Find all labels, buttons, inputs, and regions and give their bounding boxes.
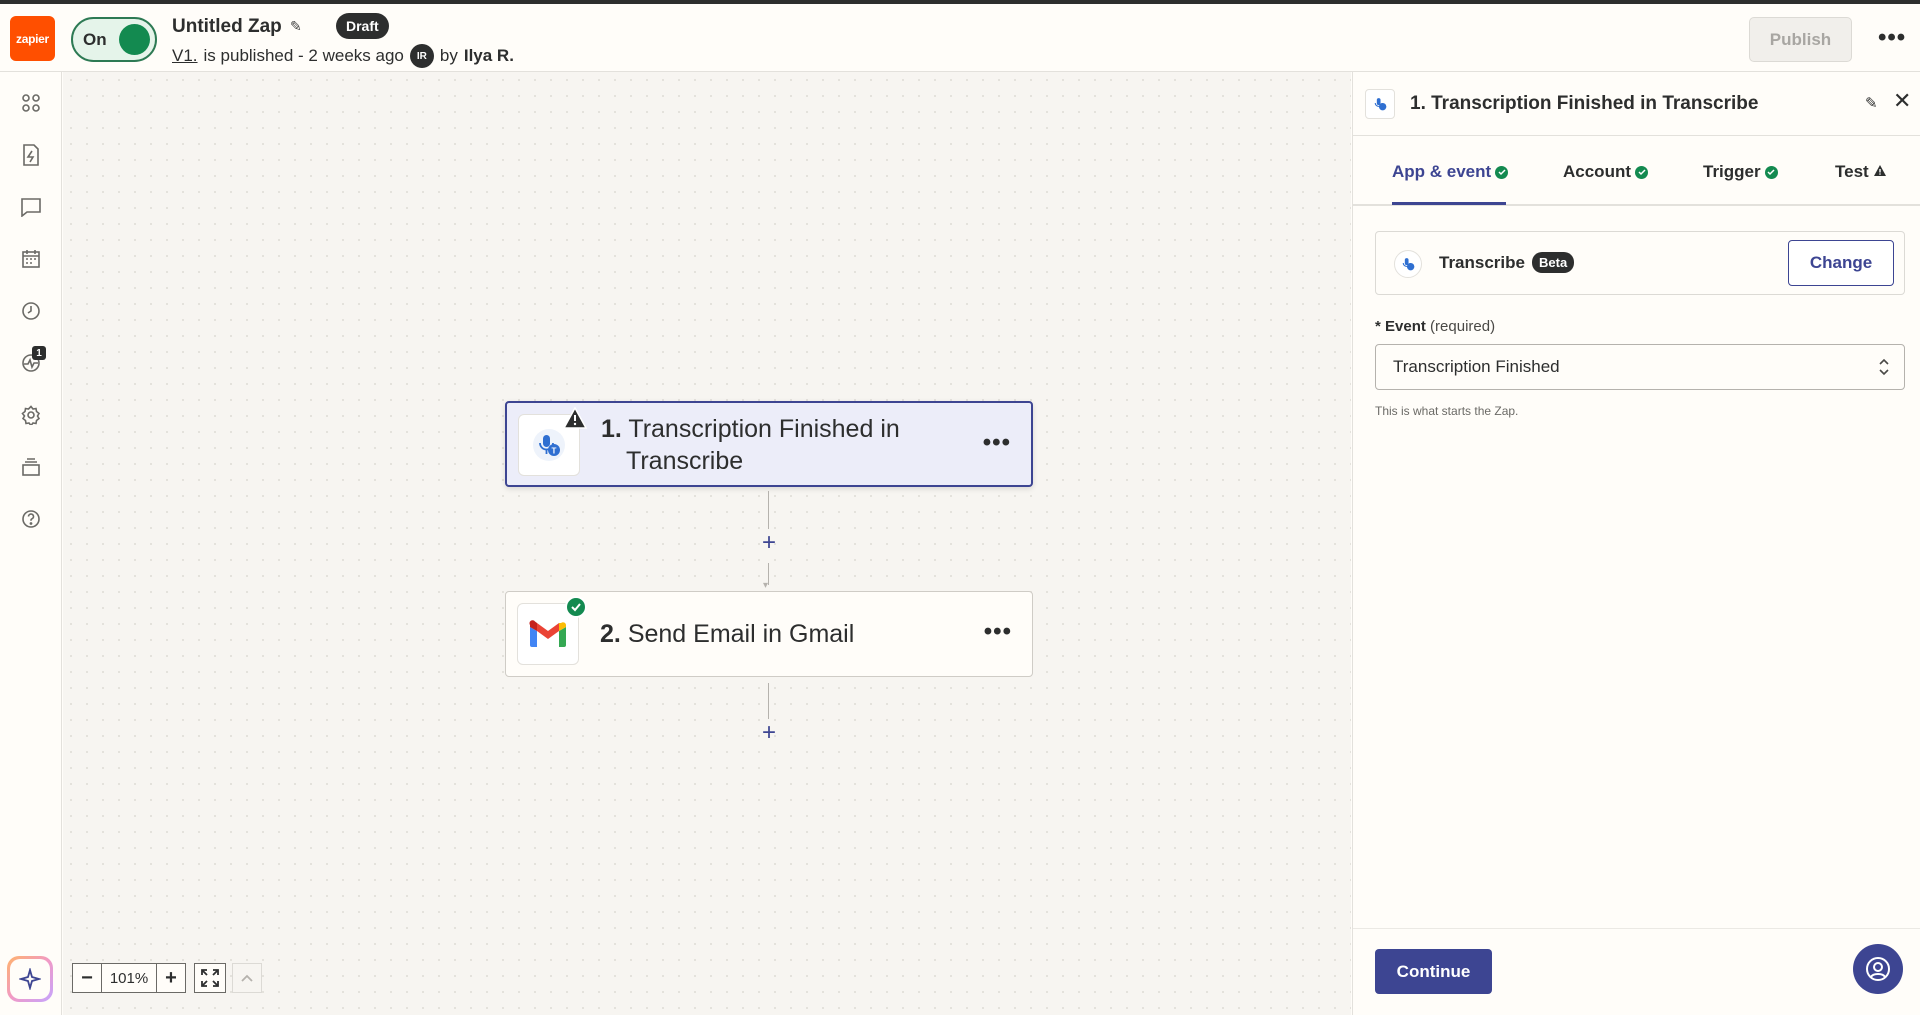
zoom-controls: − 101% + [72,963,186,993]
zoom-level: 101% [102,963,156,993]
connector-line [768,491,769,529]
step-details-panel: 1. Transcription Finished in Transcribe … [1352,72,1920,1015]
check-icon [1635,165,1648,179]
avatar: IR [409,44,434,68]
edit-icon[interactable]: ✎ [1865,94,1878,112]
publish-button[interactable]: Publish [1749,17,1852,62]
sparkle-icon [10,959,50,999]
panel-footer: Continue [1353,928,1920,1015]
zap-file-icon[interactable] [16,140,46,170]
transcribe-app-icon [1365,89,1395,119]
toggle-knob [119,24,150,55]
zoom-out-button[interactable]: − [72,963,102,993]
tab-label: App & event [1392,162,1492,181]
ai-copilot-button[interactable] [7,956,53,1002]
left-sidebar: 1 [0,72,62,1015]
draft-badge: Draft [336,13,389,39]
event-select[interactable]: Transcription Finished [1375,344,1905,390]
by-text: by [439,46,458,65]
calendar-icon[interactable] [16,244,46,274]
panel-title: 1. Transcription Finished in Transcribe [1410,93,1759,114]
step-card-1[interactable]: T 1. Transcription Finished in Transcrib… [505,401,1033,487]
connector-arrow-icon: ▾ [763,580,769,591]
selected-app-box: Transcribe Beta Change [1375,231,1905,295]
chevron-up-icon[interactable] [232,963,262,993]
tab-label: Test [1835,162,1869,181]
event-field-label: * Event (required) [1375,318,1495,335]
chat-icon[interactable] [16,192,46,222]
support-chat-icon[interactable] [1853,944,1903,994]
tab-app-event[interactable]: App & event [1392,162,1509,182]
tab-account[interactable]: Account [1563,162,1648,182]
step-1-number: 1. [601,415,622,443]
zap-canvas[interactable]: T 1. Transcription Finished in Transcrib… [63,72,1351,1015]
svg-text:T: T [552,447,557,456]
zap-on-toggle[interactable]: On [71,17,157,62]
close-icon[interactable]: ✕ [1893,88,1911,114]
check-icon [1764,165,1778,179]
step-1-title: 1. Transcription Finished in Transcribe [601,413,900,477]
step-2-more-icon[interactable]: ••• [984,618,1012,646]
zapier-logo[interactable]: zapier [10,16,55,61]
step-1-more-icon[interactable]: ••• [983,429,1011,457]
transcribe-app-icon [1394,250,1422,278]
warning-icon [562,406,588,434]
fit-view-icon[interactable] [194,963,226,993]
app-name: Transcribe [1439,253,1525,272]
warning-icon [1873,162,1887,182]
zap-title[interactable]: Untitled Zap [172,16,282,38]
step-1-title-line2: Transcribe [626,447,744,475]
step-1-title-line1: Transcription Finished in [628,415,900,443]
beta-badge: Beta [1532,252,1575,273]
panel-tabs: App & event Account Trigger Test [1353,136,1920,206]
version-status-text: is published - 2 weeks ago [203,46,404,65]
settings-icon[interactable] [16,400,46,430]
tab-label: Trigger [1703,162,1761,181]
edit-title-icon[interactable]: ✎ [290,18,302,35]
tab-trigger[interactable]: Trigger [1703,162,1778,182]
more-options-icon[interactable]: ••• [1878,24,1906,52]
connector-line [768,683,769,719]
event-label-text: Event [1385,318,1426,335]
required-text: (required) [1430,318,1496,335]
event-select-value: Transcription Finished [1393,357,1560,376]
continue-button[interactable]: Continue [1375,949,1492,994]
tab-test[interactable]: Test [1835,162,1887,182]
active-tab-indicator [1392,202,1506,205]
panel-header: 1. Transcription Finished in Transcribe … [1353,72,1920,136]
step-2-number: 2. [600,620,621,648]
step-card-2[interactable]: 2. Send Email in Gmail ••• [505,591,1033,677]
event-help-text: This is what starts the Zap. [1375,404,1519,418]
notification-badge: 1 [32,346,46,360]
history-icon[interactable] [16,296,46,326]
check-icon [1495,165,1509,179]
zoom-in-button[interactable]: + [156,963,186,993]
required-star: * [1375,318,1381,335]
change-app-button[interactable]: Change [1788,240,1894,286]
version-info: V1. is published - 2 weeks ago IR by Ily… [172,44,514,68]
step-2-title: 2. Send Email in Gmail [600,618,854,650]
layers-icon[interactable] [16,452,46,482]
connector-line [768,563,769,585]
help-icon[interactable] [16,504,46,534]
step-2-title-text: Send Email in Gmail [627,620,855,648]
add-step-button[interactable]: + [760,721,778,745]
toggle-label: On [83,29,107,49]
version-link[interactable]: V1. [172,46,198,66]
editor-header: zapier On Untitled Zap ✎ Draft V1. is pu… [0,4,1920,72]
tab-label: Account [1563,162,1631,181]
select-arrows-icon [1878,357,1890,382]
apps-icon[interactable] [16,88,46,118]
add-step-button[interactable]: + [760,531,778,555]
author-name: Ilya R. [463,46,514,65]
check-icon [565,596,587,618]
